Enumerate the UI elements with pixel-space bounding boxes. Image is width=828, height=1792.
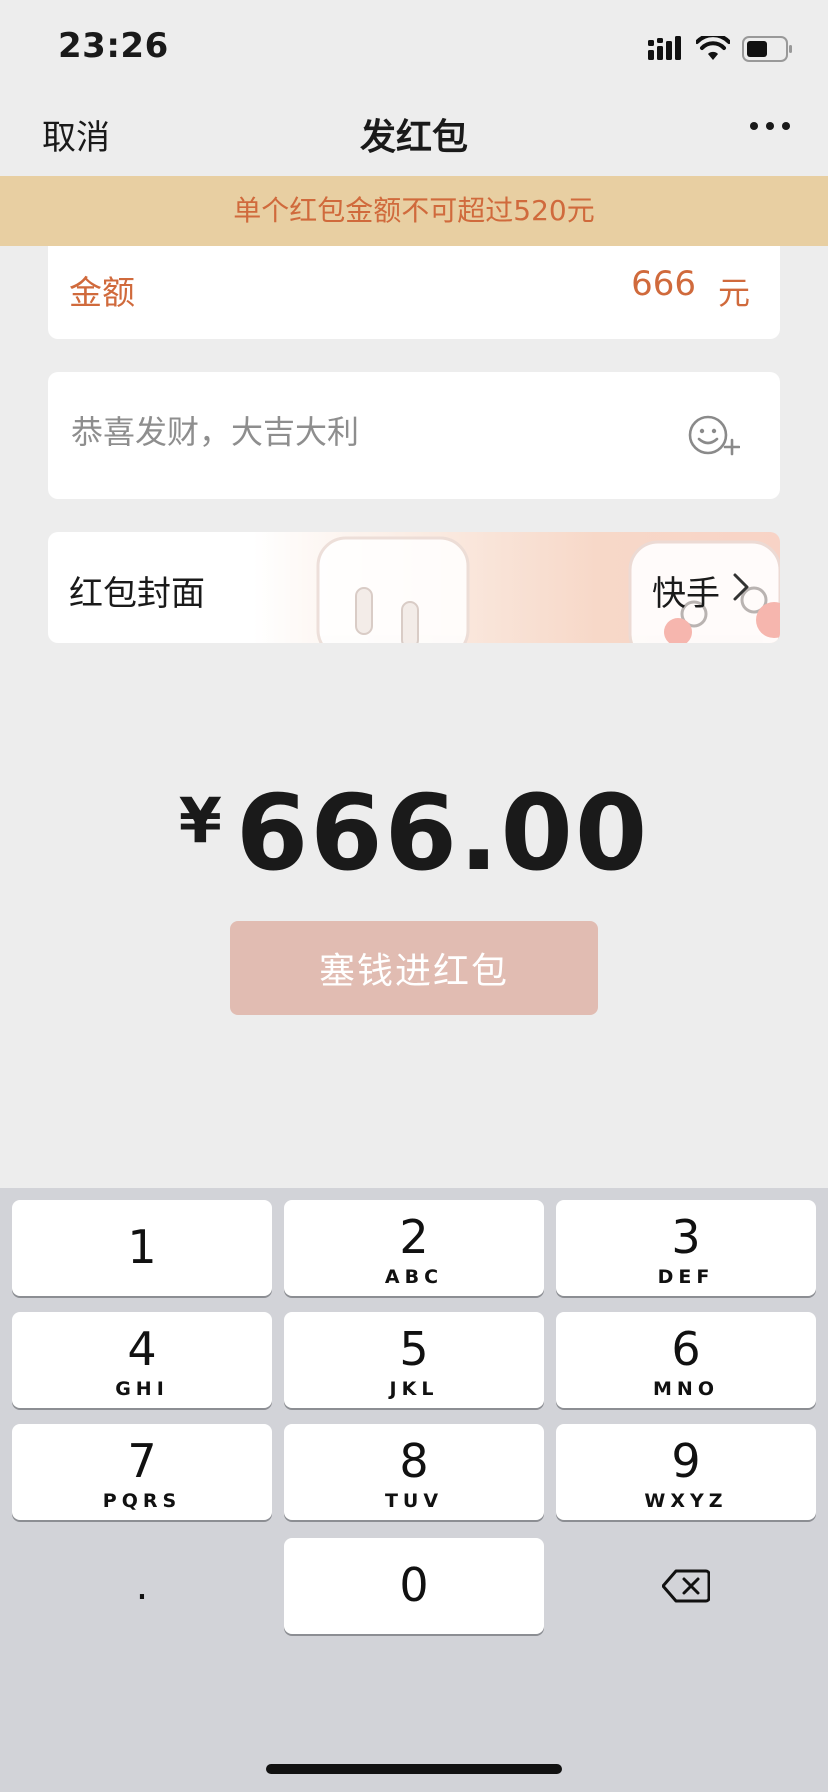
key-5[interactable]: 5 JKL bbox=[284, 1312, 544, 1408]
key-0[interactable]: 0 bbox=[284, 1538, 544, 1634]
chevron-right-icon bbox=[733, 573, 749, 601]
wifi-icon bbox=[696, 36, 730, 60]
cover-label: 红包封面 bbox=[69, 574, 205, 614]
key-digit: 3 bbox=[671, 1210, 701, 1264]
red-packet-cover-row[interactable]: 红包封面 快手 bbox=[48, 532, 780, 643]
key-digit: 0 bbox=[399, 1558, 429, 1612]
amount-limit-warning: 单个红包金额不可超过520元 bbox=[0, 176, 828, 246]
emoji-add-icon[interactable] bbox=[688, 414, 740, 458]
key-6[interactable]: 6 MNO bbox=[556, 1312, 816, 1408]
key-1[interactable]: 1 bbox=[12, 1200, 272, 1296]
key-letters: GHI bbox=[115, 1378, 169, 1400]
key-digit: 1 bbox=[127, 1220, 157, 1274]
key-9[interactable]: 9 WXYZ bbox=[556, 1424, 816, 1520]
backspace-icon bbox=[662, 1569, 710, 1603]
amount-value[interactable]: 666 bbox=[631, 264, 696, 304]
key-letters: MNO bbox=[653, 1378, 719, 1400]
key-digit: 4 bbox=[127, 1322, 157, 1376]
key-digit: 2 bbox=[399, 1210, 429, 1264]
delete-key[interactable] bbox=[556, 1538, 816, 1634]
home-indicator bbox=[266, 1764, 562, 1774]
greeting-card bbox=[48, 372, 780, 499]
key-letters: ABC bbox=[384, 1266, 444, 1288]
key-digit: 7 bbox=[127, 1434, 157, 1488]
key-8[interactable]: 8 TUV bbox=[284, 1424, 544, 1520]
key-letters: JKL bbox=[389, 1378, 439, 1400]
key-4[interactable]: 4 GHI bbox=[12, 1312, 272, 1408]
battery-icon bbox=[742, 36, 792, 62]
key-decimal-point[interactable]: . bbox=[12, 1538, 272, 1634]
cover-value: 快手 bbox=[652, 574, 720, 614]
send-red-packet-button[interactable]: 塞钱进红包 bbox=[230, 921, 598, 1015]
key-7[interactable]: 7 PQRS bbox=[12, 1424, 272, 1520]
page-title: 发红包 bbox=[359, 117, 468, 158]
key-3[interactable]: 3 DEF bbox=[556, 1200, 816, 1296]
amount-field[interactable]: 金额 666 元 bbox=[48, 246, 780, 339]
status-time: 23:26 bbox=[58, 26, 169, 66]
key-digit: 6 bbox=[671, 1322, 701, 1376]
key-digit: 5 bbox=[399, 1322, 429, 1376]
total-value: 666.00 bbox=[235, 772, 650, 894]
amount-unit: 元 bbox=[717, 274, 750, 312]
key-digit: 8 bbox=[399, 1434, 429, 1488]
key-letters: DEF bbox=[657, 1266, 715, 1288]
greeting-input[interactable] bbox=[69, 412, 633, 452]
key-2[interactable]: 2 ABC bbox=[284, 1200, 544, 1296]
key-digit: 9 bbox=[671, 1434, 701, 1488]
key-letters: WXYZ bbox=[644, 1490, 728, 1512]
key-letters: PQRS bbox=[102, 1490, 182, 1512]
amount-label: 金额 bbox=[69, 273, 135, 312]
key-letters: TUV bbox=[384, 1490, 444, 1512]
numeric-keypad: 1 2 ABC 3 DEF 4 GHI 5 JKL 6 MNO 7 PQRS 8… bbox=[0, 1188, 828, 1792]
total-amount: ¥666.00 bbox=[0, 772, 828, 894]
more-options-icon[interactable] bbox=[750, 116, 790, 136]
currency-symbol: ¥ bbox=[178, 784, 222, 857]
status-icons bbox=[648, 32, 794, 66]
signal-icon bbox=[648, 36, 681, 60]
